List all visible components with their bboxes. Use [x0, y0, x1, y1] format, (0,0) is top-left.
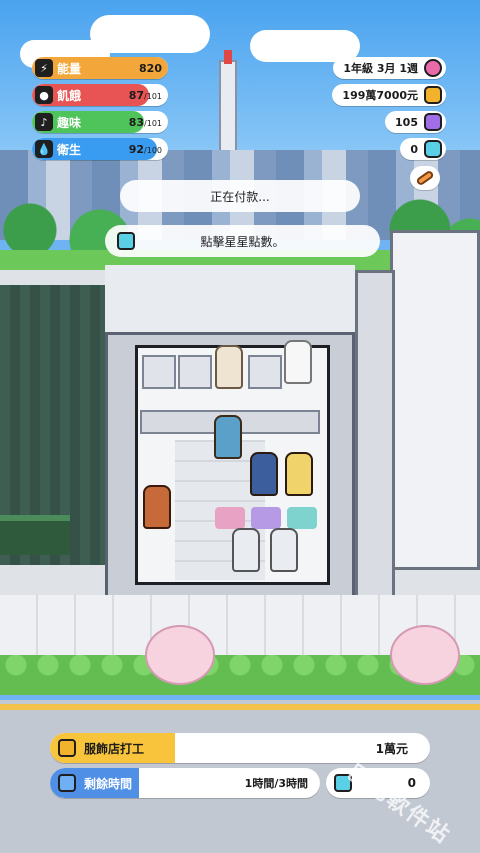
item-icon	[415, 169, 435, 187]
road-line	[0, 704, 480, 710]
job-icon	[58, 739, 76, 757]
folded-clothes	[251, 507, 281, 529]
coin-icon	[424, 86, 442, 104]
time-value: 1時間/3時間	[244, 777, 308, 790]
stat-value: 87/101	[128, 88, 162, 102]
hygiene-icon: 💧	[35, 140, 53, 158]
middle-building	[355, 270, 395, 620]
star-counter-value: 0	[407, 776, 416, 790]
tv-tower-top	[224, 50, 232, 64]
tap-stars-message[interactable]: 點擊星星點數。	[105, 225, 380, 257]
time-label: 剩餘時間	[84, 776, 133, 791]
stat-hygiene: 💧 衛生 92/100	[32, 138, 168, 160]
tap-stars-text: 點擊星星點數。	[200, 234, 285, 249]
customer[interactable]	[250, 452, 278, 496]
folded-clothes	[215, 507, 245, 529]
stat-value: 92/100	[128, 142, 162, 156]
folded-clothes	[287, 507, 317, 529]
shop-roof	[105, 265, 355, 335]
clothing-shelf	[248, 355, 282, 389]
star-display[interactable]: 0	[400, 138, 446, 160]
job-pay: 1萬元	[375, 741, 408, 756]
shop-clerk[interactable]	[215, 345, 243, 389]
paying-message: 正在付款...	[120, 180, 360, 212]
shopper[interactable]	[232, 528, 260, 572]
gem-count: 105	[395, 115, 418, 129]
customer[interactable]	[285, 452, 313, 496]
star-icon	[424, 140, 442, 158]
cherry-blossom-tree	[145, 625, 215, 685]
stat-energy: ⚡ 能量 820	[32, 57, 168, 79]
stat-label: 趣味	[57, 115, 82, 130]
star-count: 0	[410, 142, 418, 156]
calendar-icon	[424, 59, 442, 77]
item-button[interactable]	[410, 166, 440, 190]
remaining-time-bar: 剩餘時間 1時間/3時間	[50, 768, 320, 798]
stat-value: 820	[139, 61, 162, 75]
clothing-shelf	[142, 355, 176, 389]
energy-icon: ⚡	[35, 59, 53, 77]
date-text: 1年級 3月 1週	[343, 62, 418, 75]
money-text: 199萬7000元	[342, 89, 418, 102]
gem-display[interactable]: 105	[385, 111, 446, 133]
stat-label: 能量	[57, 61, 82, 76]
gem-icon	[424, 113, 442, 131]
right-building	[390, 230, 480, 570]
stat-fun: ♪ 趣味 83/101	[32, 111, 168, 133]
clock-icon	[58, 774, 76, 792]
fun-icon: ♪	[35, 113, 53, 131]
cherry-blossom-tree	[390, 625, 460, 685]
stat-value: 83/101	[128, 115, 162, 129]
paying-text: 正在付款...	[210, 189, 270, 204]
shopper-cat[interactable]	[284, 340, 312, 384]
shopper[interactable]	[270, 528, 298, 572]
hunger-icon: ●	[35, 86, 53, 104]
player-character[interactable]	[214, 415, 242, 459]
money-display[interactable]: 199萬7000元	[332, 84, 446, 106]
left-awning	[0, 515, 70, 555]
job-progress-bar[interactable]: 服飾店打工 1萬元	[50, 733, 430, 763]
stat-hunger: ● 飢餓 87/101	[32, 84, 168, 106]
star-icon	[117, 232, 135, 250]
customer[interactable]	[143, 485, 171, 529]
stat-label: 飢餓	[57, 88, 82, 103]
clothing-shelf	[178, 355, 212, 389]
job-name: 服飾店打工	[84, 741, 145, 756]
date-display[interactable]: 1年級 3月 1週	[333, 57, 446, 79]
stat-label: 衛生	[57, 142, 82, 157]
